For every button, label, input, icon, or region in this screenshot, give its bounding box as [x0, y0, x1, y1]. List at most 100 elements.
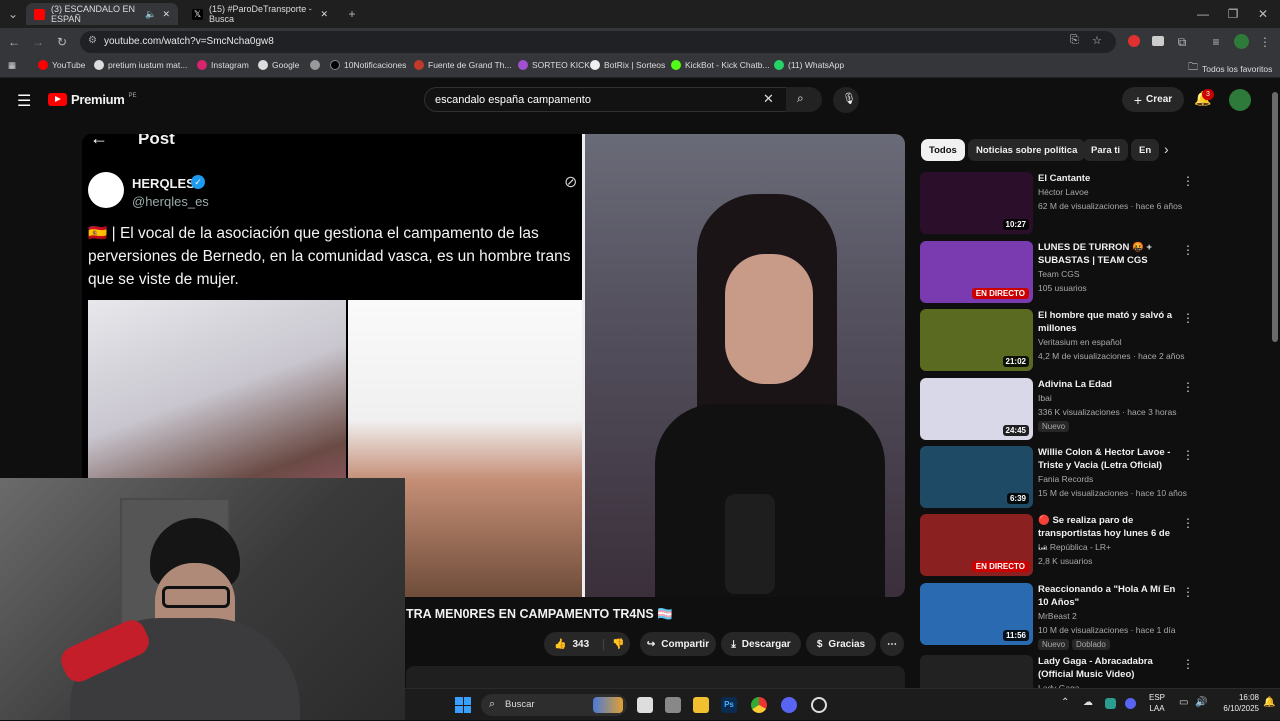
apps-grid-icon[interactable]: ▦	[8, 60, 16, 71]
recommendation-channel[interactable]: Veritasium en español	[1038, 337, 1122, 347]
recommendation-channel[interactable]: MrBeast 2	[1038, 611, 1077, 621]
install-icon[interactable]: ⎘	[1070, 34, 1079, 47]
site-info-icon[interactable]: ⚙	[88, 35, 97, 46]
chip-for-you[interactable]: Para ti	[1083, 139, 1129, 161]
bookmark-kickbot[interactable]: KickBot - Kick Chatb...	[671, 60, 770, 70]
recommendation-title[interactable]: El Cantante	[1038, 172, 1180, 185]
close-tab-icon[interactable]: ✕	[320, 9, 328, 20]
clock[interactable]: 16:08 6/10/2025	[1211, 692, 1259, 714]
thanks-button[interactable]: $ Gracias	[806, 632, 876, 656]
tray-discord-icon[interactable]	[1125, 698, 1136, 709]
recommendation-title[interactable]: LUNES DE TURRON 🤬 + SUBASTAS | TEAM CGS	[1038, 241, 1180, 267]
scrollbar[interactable]	[1270, 80, 1280, 688]
language-indicator[interactable]: ESP LAA	[1149, 692, 1165, 714]
recommendation-thumbnail[interactable]: 6:39	[920, 446, 1033, 508]
restore-icon[interactable]: ❐	[1226, 0, 1240, 28]
profile-avatar[interactable]	[1234, 34, 1249, 49]
taskbar-search[interactable]: ⌕ Buscar	[481, 694, 627, 716]
recommendation-thumbnail[interactable]: 24:45	[920, 378, 1033, 440]
discord-icon[interactable]	[781, 697, 797, 713]
bookmark-10notificaciones[interactable]: 10Notificaciones	[330, 60, 406, 70]
tab-list-icon[interactable]: ⌄	[6, 0, 20, 28]
recommendation-item[interactable]: EN DIRECTO LUNES DE TURRON 🤬 + SUBASTAS |…	[920, 241, 1200, 307]
menu-kebab-icon[interactable]: ⋮	[1258, 28, 1272, 56]
recommendation-thumbnail[interactable]: EN DIRECTO	[920, 241, 1033, 303]
task-view-icon[interactable]	[637, 697, 653, 713]
app-circle-icon[interactable]	[811, 697, 827, 713]
notification-center-icon[interactable]: 🔔	[1263, 697, 1275, 708]
more-options-icon[interactable]: ⋮	[1182, 448, 1194, 462]
volume-icon[interactable]: 🔊	[1195, 697, 1207, 708]
bookmark-fuente-gta[interactable]: Fuente de Grand Th...	[414, 60, 511, 70]
all-favorites-folder[interactable]: 🗀 Todos los favoritos	[1188, 60, 1272, 77]
recommendation-channel[interactable]: La República - LR+	[1038, 542, 1111, 552]
bookmark-whatsapp[interactable]: (11) WhatsApp	[774, 60, 844, 70]
search-button[interactable]: ⌕	[786, 87, 822, 112]
recommendation-title[interactable]: Reaccionando a "Hola A Mí En 10 Años"	[1038, 583, 1180, 609]
extensions-puzzle-icon[interactable]: ⧉	[1174, 28, 1190, 56]
bookmark-instagram[interactable]: Instagram	[197, 60, 249, 70]
new-tab-button[interactable]: +	[344, 0, 360, 28]
address-bar[interactable]: ⚙ youtube.com/watch?v=SmcNcha0gw8 ⎘ ☆	[80, 31, 1116, 53]
windows-start-icon[interactable]	[455, 697, 471, 713]
chip-all[interactable]: Todos	[921, 139, 965, 161]
recommendation-thumbnail[interactable]: EN DIRECTO	[920, 514, 1033, 576]
create-button[interactable]: + Crear	[1122, 87, 1184, 112]
more-options-icon[interactable]: ⋮	[1182, 657, 1194, 671]
clear-search-icon[interactable]: ✕	[763, 91, 774, 107]
recommendation-thumbnail[interactable]: 21:02	[920, 309, 1033, 371]
scrollbar-thumb[interactable]	[1272, 92, 1278, 342]
tab-x[interactable]: 𝕏 (15) #ParoDeTransporte - Busca ✕	[184, 3, 336, 25]
file-explorer-icon[interactable]	[693, 697, 709, 713]
recommendation-channel[interactable]: Fania Records	[1038, 474, 1093, 484]
more-options-icon[interactable]: ⋮	[1182, 516, 1194, 530]
more-options-icon[interactable]: ⋮	[1182, 174, 1194, 188]
recommendation-title[interactable]: Willie Colon & Hector Lavoe - Triste y V…	[1038, 446, 1180, 472]
bookmark-google[interactable]: Google	[258, 60, 299, 70]
recommendation-channel[interactable]: Team CGS	[1038, 269, 1080, 279]
share-button[interactable]: ↪ Compartir	[640, 632, 716, 656]
chevron-right-icon[interactable]: ›	[1164, 141, 1169, 157]
url-text[interactable]: youtube.com/watch?v=SmcNcha0gw8	[104, 36, 274, 47]
back-icon[interactable]: ←	[6, 28, 22, 56]
description-box[interactable]	[406, 666, 905, 688]
audio-icon[interactable]: 🔈	[145, 9, 156, 20]
recommendation-thumbnail[interactable]: 10:27	[920, 172, 1033, 234]
recommendation-title[interactable]: Adivina La Edad	[1038, 378, 1180, 391]
tab-youtube[interactable]: (3) ESCANDALO EN ESPAÑ 🔈 ✕	[26, 3, 178, 25]
extension-icon[interactable]	[1152, 36, 1164, 46]
bookmark-botrix[interactable]: BotRix | Sorteos	[590, 60, 665, 70]
onedrive-icon[interactable]: ☁	[1083, 697, 1093, 708]
chip-politics-news[interactable]: Noticias sobre política	[968, 139, 1086, 161]
close-tab-icon[interactable]: ✕	[162, 9, 170, 20]
recommendation-channel[interactable]: Ibai	[1038, 393, 1052, 403]
recommendation-item[interactable]: EN DIRECTO 🔴 Se realiza paro de transport…	[920, 514, 1200, 580]
reading-list-icon[interactable]: ≡	[1208, 28, 1224, 56]
photoshop-icon[interactable]: Ps	[721, 697, 737, 713]
more-options-icon[interactable]: ⋮	[1182, 311, 1194, 325]
chip-en[interactable]: En	[1131, 139, 1159, 161]
recommendation-item[interactable]: 21:02 El hombre que mató y salvó a millon…	[920, 309, 1200, 375]
reload-icon[interactable]: ↻	[54, 28, 70, 56]
extension-record-icon[interactable]	[1128, 35, 1140, 47]
recommendation-item[interactable]: 6:39 Willie Colon & Hector Lavoe - Triste…	[920, 446, 1200, 512]
minimize-icon[interactable]: —	[1196, 0, 1210, 28]
bookmark-pretium[interactable]: pretium iustum mat...	[94, 60, 187, 70]
recommendation-title[interactable]: Lady Gaga - Abracadabra (Official Music …	[1038, 655, 1180, 681]
more-options-icon[interactable]: ⋮	[1182, 585, 1194, 599]
bookmark-star-icon[interactable]: ☆	[1092, 34, 1102, 47]
bookmark-globe[interactable]	[310, 60, 320, 70]
recommendation-title[interactable]: El hombre que mató y salvó a millones	[1038, 309, 1180, 335]
recommendation-thumbnail[interactable]: 11:56	[920, 583, 1033, 645]
more-options-icon[interactable]: ⋮	[1182, 243, 1194, 257]
voice-search-button[interactable]: 🎙	[833, 87, 859, 113]
more-actions-button[interactable]: ⋯	[880, 632, 904, 656]
search-query[interactable]: escandalo españa campamento	[435, 94, 591, 106]
account-avatar[interactable]	[1229, 89, 1251, 111]
menu-hamburger-icon[interactable]: ☰	[17, 91, 31, 111]
app-icon[interactable]	[665, 697, 681, 713]
forward-icon[interactable]: →	[30, 28, 46, 56]
network-icon[interactable]: ▭	[1179, 697, 1188, 708]
like-count[interactable]: 343	[572, 639, 589, 650]
dislike-icon[interactable]: 👎	[603, 638, 625, 650]
